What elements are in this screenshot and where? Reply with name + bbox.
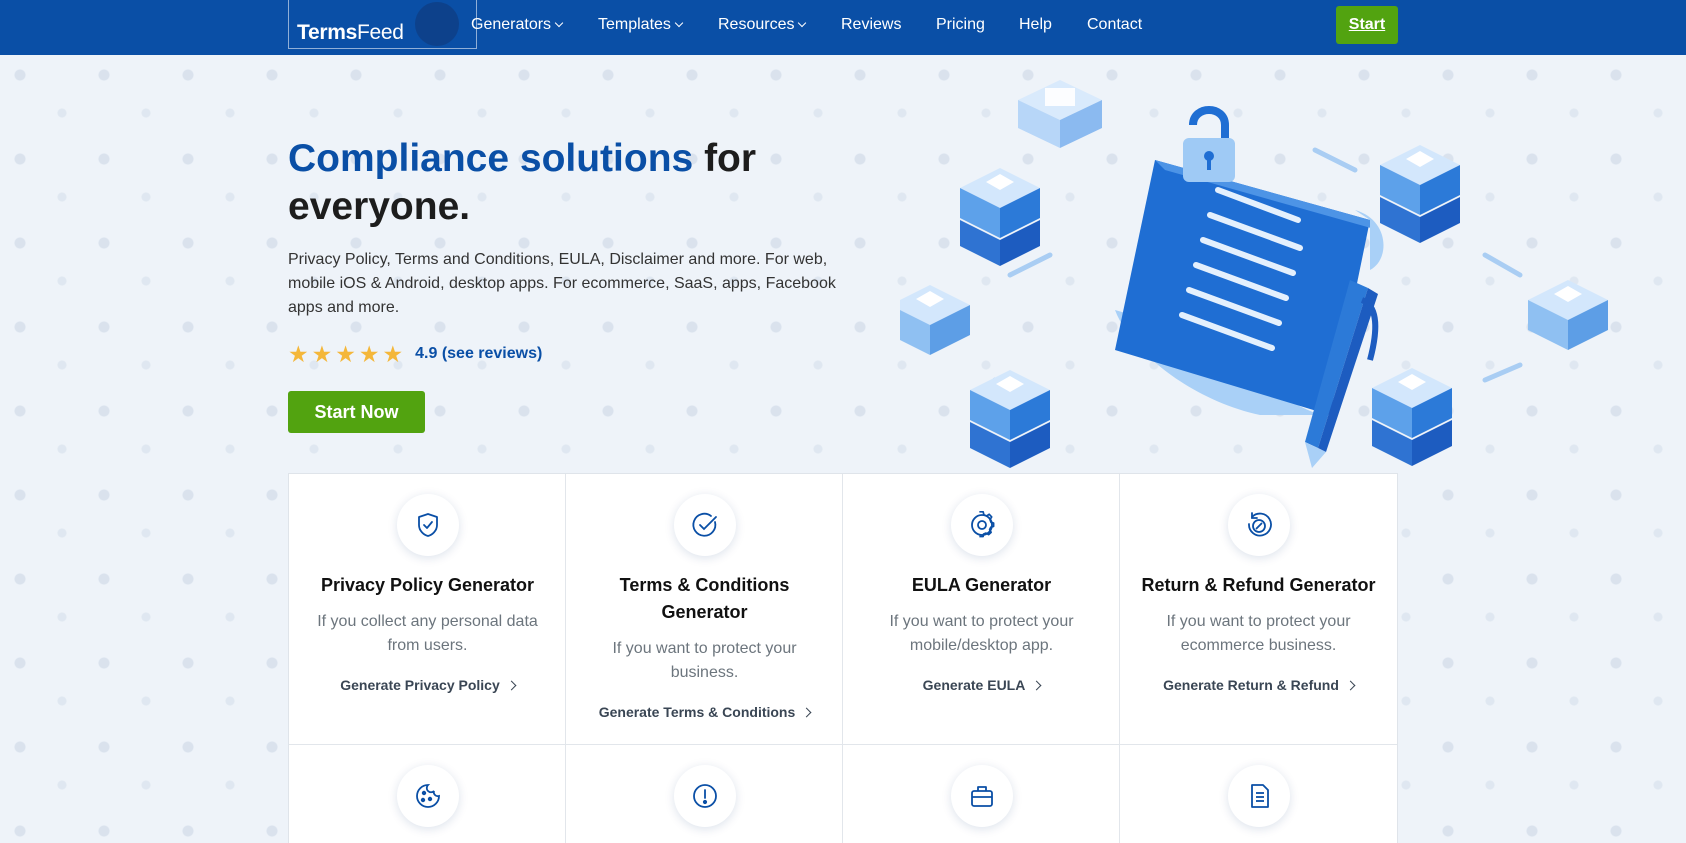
nav-start-button[interactable]: Start	[1336, 6, 1398, 44]
chevron-right-icon	[1031, 680, 1042, 691]
document-icon	[1228, 765, 1290, 827]
nav-pricing[interactable]: Pricing	[936, 16, 985, 34]
card-description: If you want to protect your business.	[612, 640, 797, 681]
generate-privacy-policy-link[interactable]: Generate Privacy Policy	[299, 677, 556, 693]
termsfeed-logo[interactable]: TermsFeed	[288, 0, 477, 49]
exclamation-circle-icon	[674, 765, 736, 827]
hero-description: Privacy Policy, Terms and Conditions, EU…	[288, 251, 836, 316]
chevron-down-icon	[674, 18, 684, 28]
star-icon: ★	[358, 341, 380, 367]
logo-mark-icon	[415, 2, 459, 46]
nav-help[interactable]: Help	[1019, 16, 1052, 34]
check-circle-icon	[674, 494, 736, 556]
card-eula[interactable]: EULA Generator If you want to protect yo…	[843, 474, 1120, 745]
rating: ★ ★ ★ ★ ★ 4.9 (see reviews)	[288, 342, 542, 366]
card-business[interactable]	[843, 745, 1120, 843]
document-lock-illustration	[900, 80, 1608, 468]
card-title: Terms & Conditions Generator	[619, 575, 790, 622]
card-description: If you collect any personal data from us…	[317, 613, 538, 654]
top-navbar: TermsFeed Generators Templates Resources…	[0, 0, 1686, 55]
see-reviews-link[interactable]: 4.9 (see reviews)	[415, 345, 542, 363]
card-description: If you want to protect your ecommerce bu…	[1166, 613, 1351, 654]
star-icon: ★	[382, 341, 404, 367]
star-icon: ★	[311, 341, 333, 367]
gear-icon	[951, 494, 1013, 556]
chevron-right-icon	[801, 707, 812, 718]
hero-title: Compliance solutions for everyone.	[288, 137, 757, 228]
card-title: EULA Generator	[911, 575, 1052, 595]
nav-reviews[interactable]: Reviews	[841, 16, 901, 34]
generate-eula-link[interactable]: Generate EULA	[853, 677, 1110, 693]
briefcase-icon	[951, 765, 1013, 827]
generators-grid: Privacy Policy Generator If you collect …	[288, 473, 1398, 843]
card-document[interactable]	[1120, 745, 1397, 843]
chevron-down-icon	[798, 18, 807, 28]
card-title: Privacy Policy Generator	[320, 575, 535, 595]
refund-icon	[1228, 494, 1290, 556]
nav-templates[interactable]: Templates	[598, 16, 684, 34]
card-return-refund[interactable]: Return & Refund Generator If you want to…	[1120, 474, 1397, 745]
generate-terms-conditions-link[interactable]: Generate Terms & Conditions	[576, 704, 833, 720]
chevron-down-icon	[554, 18, 564, 28]
card-disclaimer[interactable]	[566, 745, 843, 843]
card-terms-conditions[interactable]: Terms & Conditions Generator If you want…	[566, 474, 843, 745]
chevron-right-icon	[1345, 680, 1356, 691]
card-description: If you want to protect your mobile/deskt…	[889, 613, 1074, 654]
card-cookies[interactable]	[289, 745, 566, 843]
card-title: Return & Refund Generator	[1141, 575, 1376, 595]
nav-generators[interactable]: Generators	[471, 16, 564, 34]
card-privacy-policy[interactable]: Privacy Policy Generator If you collect …	[289, 474, 566, 745]
start-now-button[interactable]: Start Now	[288, 391, 425, 433]
nav-resources[interactable]: Resources	[718, 16, 807, 34]
chevron-right-icon	[506, 680, 517, 691]
generate-return-refund-link[interactable]: Generate Return & Refund	[1130, 677, 1387, 693]
cookie-icon	[397, 765, 459, 827]
nav-contact[interactable]: Contact	[1087, 16, 1142, 34]
star-icon: ★	[335, 341, 356, 367]
star-icon: ★	[288, 341, 309, 367]
shield-check-icon	[397, 494, 459, 556]
cube-icon	[1018, 80, 1102, 148]
